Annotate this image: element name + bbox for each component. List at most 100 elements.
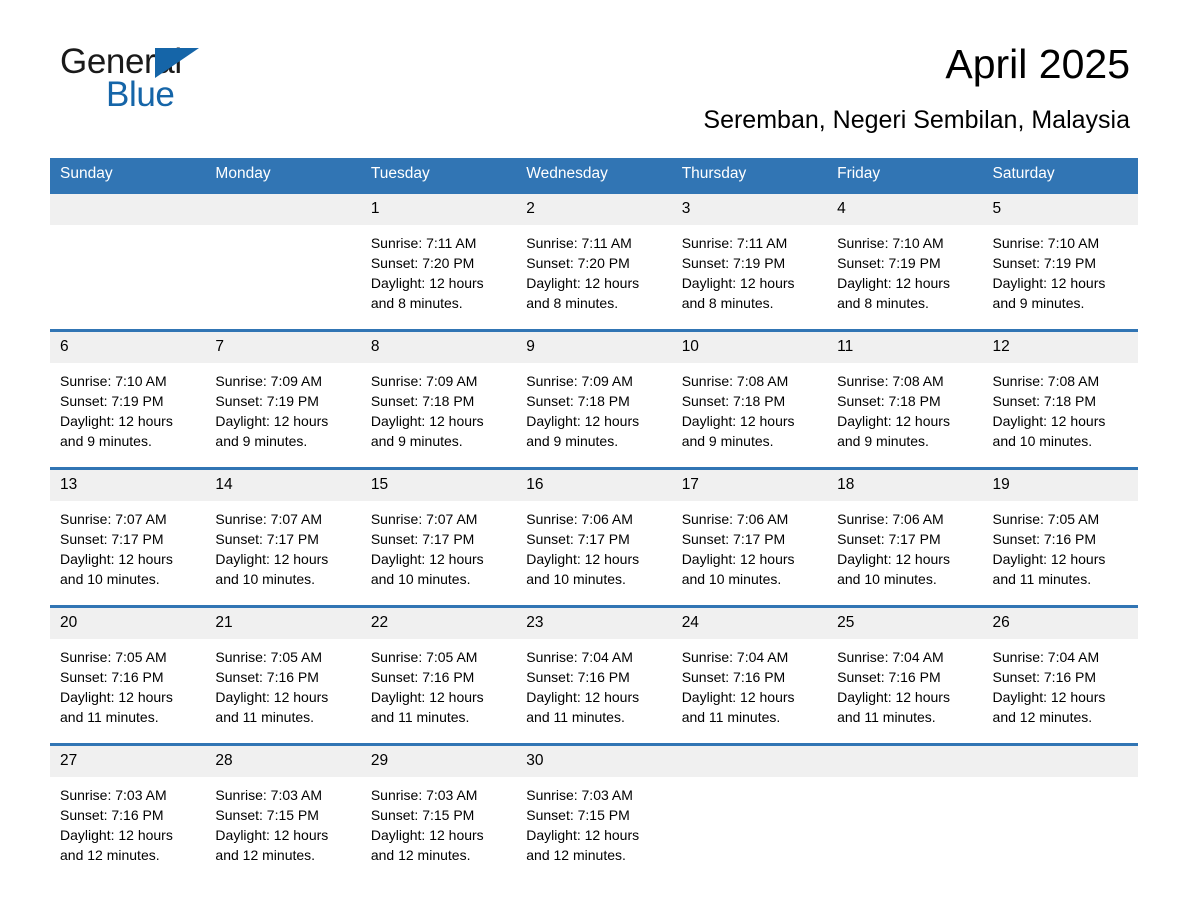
calendar-day-cell[interactable]: 17 Sunrise: 7:06 AM Sunset: 7:17 PM Dayligh… bbox=[671, 467, 828, 607]
day-detail-line: Daylight: 12 hours bbox=[370, 275, 484, 291]
day-detail-line: Sunrise: 7:10 AM bbox=[837, 235, 944, 251]
day-detail-line: Sunset: 7:20 PM bbox=[526, 255, 630, 271]
calendar-day-cell[interactable]: 16 Sunrise: 7:06 AM Sunset: 7:17 PM Dayligh… bbox=[516, 467, 672, 607]
day-detail-line: Daylight: 12 hours bbox=[681, 689, 795, 705]
day-detail-line: and 9 minutes. bbox=[526, 433, 619, 449]
day-detail-line: Sunrise: 7:03 AM bbox=[526, 787, 633, 803]
day-detail-line: and 10 minutes. bbox=[526, 571, 626, 587]
location-subtitle: Seremban, Negeri Sembilan, Malaysia bbox=[703, 106, 1130, 134]
day-detail-line: Sunset: 7:19 PM bbox=[992, 255, 1097, 271]
day-number: 10 bbox=[671, 332, 828, 363]
day-detail-line: Sunset: 7:16 PM bbox=[60, 807, 164, 823]
day-details bbox=[983, 777, 1138, 881]
calendar-day-cell[interactable]: 30 Sunrise: 7:03 AM Sunset: 7:15 PM Dayligh… bbox=[516, 743, 672, 881]
day-detail-line: Sunrise: 7:09 AM bbox=[215, 373, 323, 389]
day-detail-line: Sunrise: 7:06 AM bbox=[526, 511, 633, 527]
day-detail-line: Sunset: 7:17 PM bbox=[60, 531, 164, 547]
day-details bbox=[205, 225, 360, 329]
day-detail-line: Daylight: 12 hours bbox=[215, 827, 329, 843]
calendar-day-cell[interactable]: 6 Sunrise: 7:10 AM Sunset: 7:19 PM Daylight… bbox=[50, 329, 206, 469]
day-details: Sunrise: 7:05 AM Sunset: 7:16 PM Daylight:… bbox=[50, 639, 205, 743]
day-detail-line: Sunset: 7:19 PM bbox=[681, 255, 786, 271]
day-detail-line: Sunrise: 7:09 AM bbox=[526, 373, 633, 389]
day-detail-line: Sunset: 7:20 PM bbox=[370, 255, 475, 271]
day-number: 9 bbox=[516, 332, 672, 363]
calendar-day-cell[interactable]: 27 Sunrise: 7:03 AM Sunset: 7:16 PM Dayligh… bbox=[50, 743, 206, 881]
day-detail-line: and 8 minutes. bbox=[837, 295, 929, 311]
calendar-day-cell[interactable]: 10 Sunrise: 7:08 AM Sunset: 7:18 PM Dayligh… bbox=[671, 329, 828, 469]
calendar-day-cell[interactable]: 1 Sunrise: 7:11 AM Sunset: 7:20 PM Daylight… bbox=[360, 191, 517, 331]
day-detail-line: and 10 minutes. bbox=[215, 571, 316, 587]
day-details: Sunrise: 7:06 AM Sunset: 7:17 PM Daylight:… bbox=[827, 501, 982, 605]
calendar-day-cell[interactable]: 26 Sunrise: 7:04 AM Sunset: 7:16 PM Dayligh… bbox=[982, 605, 1138, 745]
calendar-day-cell[interactable]: 28 Sunrise: 7:03 AM Sunset: 7:15 PM Dayligh… bbox=[205, 743, 361, 881]
logo-text-blue: Blue bbox=[106, 75, 175, 114]
day-detail-line: Sunset: 7:19 PM bbox=[215, 393, 319, 409]
day-detail-line: Sunset: 7:17 PM bbox=[370, 531, 475, 547]
calendar-day-cell[interactable]: 19 Sunrise: 7:05 AM Sunset: 7:16 PM Dayligh… bbox=[982, 467, 1138, 607]
day-detail-line: Daylight: 12 hours bbox=[60, 551, 173, 567]
day-detail-line: Sunrise: 7:05 AM bbox=[370, 649, 478, 665]
day-details: Sunrise: 7:10 AM Sunset: 7:19 PM Daylight:… bbox=[983, 225, 1138, 329]
calendar-day-cell[interactable]: 15 Sunrise: 7:07 AM Sunset: 7:17 PM Dayligh… bbox=[360, 467, 517, 607]
calendar-day-cell[interactable]: 20 Sunrise: 7:05 AM Sunset: 7:16 PM Dayligh… bbox=[50, 605, 206, 745]
calendar-day-cell[interactable]: 8 Sunrise: 7:09 AM Sunset: 7:18 PM Daylight… bbox=[360, 329, 517, 469]
calendar-body: 1 Sunrise: 7:11 AM Sunset: 7:20 PM Daylight… bbox=[50, 191, 1138, 881]
calendar-day-cell[interactable]: 23 Sunrise: 7:04 AM Sunset: 7:16 PM Dayligh… bbox=[516, 605, 672, 745]
day-detail-line: Sunset: 7:16 PM bbox=[60, 669, 164, 685]
calendar-day-cell[interactable]: 14 Sunrise: 7:07 AM Sunset: 7:17 PM Dayligh… bbox=[205, 467, 361, 607]
day-detail-line: Sunrise: 7:04 AM bbox=[526, 649, 633, 665]
day-detail-line: Sunset: 7:16 PM bbox=[215, 669, 319, 685]
weekday-header-sunday: Sunday bbox=[50, 158, 206, 193]
day-detail-line: and 8 minutes. bbox=[526, 295, 619, 311]
day-detail-line: Daylight: 12 hours bbox=[992, 275, 1106, 291]
day-details: Sunrise: 7:07 AM Sunset: 7:17 PM Daylight:… bbox=[361, 501, 516, 605]
sunrise-sunset-calendar: Sunday Monday Tuesday Wednesday Thursday… bbox=[50, 158, 1138, 881]
calendar-day-cell[interactable]: 5 Sunrise: 7:10 AM Sunset: 7:19 PM Daylight… bbox=[982, 191, 1138, 331]
day-number: 14 bbox=[205, 470, 361, 501]
day-detail-line: and 12 minutes. bbox=[215, 847, 316, 863]
calendar-day-cell[interactable]: 21 Sunrise: 7:05 AM Sunset: 7:16 PM Dayligh… bbox=[205, 605, 361, 745]
calendar-day-cell[interactable]: 22 Sunrise: 7:05 AM Sunset: 7:16 PM Dayligh… bbox=[360, 605, 517, 745]
calendar-day-cell[interactable]: 25 Sunrise: 7:04 AM Sunset: 7:16 PM Dayligh… bbox=[827, 605, 983, 745]
day-number: 24 bbox=[671, 608, 828, 639]
calendar-day-cell[interactable]: 2 Sunrise: 7:11 AM Sunset: 7:20 PM Daylight… bbox=[516, 191, 672, 331]
calendar-day-cell[interactable]: 3 Sunrise: 7:11 AM Sunset: 7:19 PM Daylight… bbox=[671, 191, 828, 331]
calendar-day-cell[interactable]: 9 Sunrise: 7:09 AM Sunset: 7:18 PM Daylight… bbox=[516, 329, 672, 469]
calendar-day-cell[interactable]: 7 Sunrise: 7:09 AM Sunset: 7:19 PM Daylight… bbox=[205, 329, 361, 469]
day-number: 11 bbox=[827, 332, 983, 363]
day-detail-line: Sunrise: 7:03 AM bbox=[60, 787, 167, 803]
day-number: 25 bbox=[827, 608, 983, 639]
calendar-day-cell[interactable]: 4 Sunrise: 7:10 AM Sunset: 7:19 PM Daylight… bbox=[827, 191, 983, 331]
calendar-day-cell[interactable]: 12 Sunrise: 7:08 AM Sunset: 7:18 PM Dayligh… bbox=[982, 329, 1138, 469]
day-detail-line: Sunrise: 7:06 AM bbox=[681, 511, 789, 527]
calendar-day-cell[interactable]: 13 Sunrise: 7:07 AM Sunset: 7:17 PM Dayligh… bbox=[50, 467, 206, 607]
day-detail-line: Sunrise: 7:11 AM bbox=[526, 235, 632, 251]
day-number: 17 bbox=[671, 470, 828, 501]
day-detail-line: Daylight: 12 hours bbox=[837, 413, 950, 429]
day-details bbox=[50, 225, 205, 329]
day-detail-line: Sunset: 7:16 PM bbox=[681, 669, 786, 685]
day-details: Sunrise: 7:04 AM Sunset: 7:16 PM Daylight:… bbox=[983, 639, 1138, 743]
calendar-day-cell[interactable]: 24 Sunrise: 7:04 AM Sunset: 7:16 PM Dayligh… bbox=[671, 605, 828, 745]
day-detail-line: and 12 minutes. bbox=[370, 847, 471, 863]
calendar-day-cell[interactable]: 11 Sunrise: 7:08 AM Sunset: 7:18 PM Dayligh… bbox=[827, 329, 983, 469]
day-number: 7 bbox=[205, 332, 361, 363]
day-detail-line: Daylight: 12 hours bbox=[370, 827, 484, 843]
day-detail-line: Sunset: 7:15 PM bbox=[370, 807, 475, 823]
day-detail-line: Daylight: 12 hours bbox=[215, 413, 329, 429]
calendar-day-cell[interactable]: 18 Sunrise: 7:06 AM Sunset: 7:17 PM Dayligh… bbox=[827, 467, 983, 607]
calendar-day-cell[interactable]: 29 Sunrise: 7:03 AM Sunset: 7:15 PM Dayligh… bbox=[360, 743, 517, 881]
day-detail-line: Daylight: 12 hours bbox=[526, 827, 640, 843]
day-number: 15 bbox=[360, 470, 517, 501]
weekday-header-thursday: Thursday bbox=[671, 158, 828, 193]
day-number: 22 bbox=[360, 608, 517, 639]
calendar-week-row: 13 Sunrise: 7:07 AM Sunset: 7:17 PM Dayligh… bbox=[50, 467, 1138, 607]
calendar-page: General Blue April 2025 Seremban, Negeri… bbox=[0, 0, 1188, 918]
day-details: Sunrise: 7:06 AM Sunset: 7:17 PM Daylight:… bbox=[672, 501, 827, 605]
day-detail-line: Sunrise: 7:03 AM bbox=[215, 787, 323, 803]
day-details: Sunrise: 7:06 AM Sunset: 7:17 PM Daylight:… bbox=[516, 501, 671, 605]
day-detail-line: Sunrise: 7:05 AM bbox=[60, 649, 167, 665]
day-detail-line: Daylight: 12 hours bbox=[681, 413, 795, 429]
day-detail-line: Sunset: 7:18 PM bbox=[526, 393, 630, 409]
